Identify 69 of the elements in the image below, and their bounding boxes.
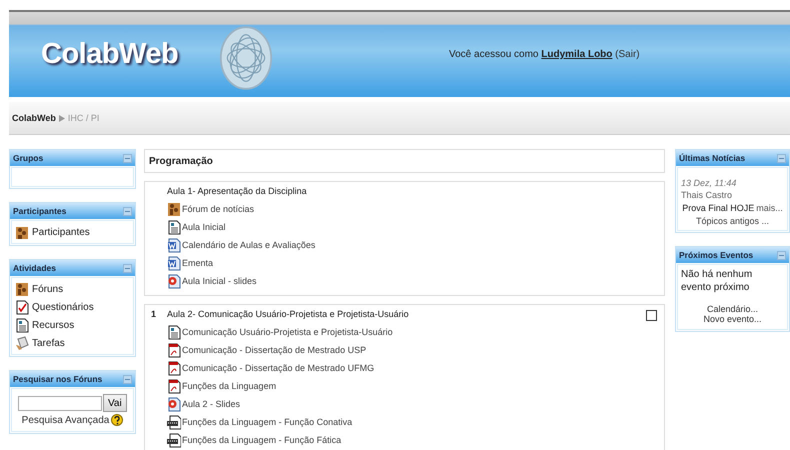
search-field[interactable] — [18, 396, 102, 410]
logout-link[interactable]: (Sair) — [615, 49, 640, 60]
people-icon — [167, 202, 181, 216]
no-events-message: Não há nenhum evento próximo — [681, 268, 754, 294]
slides-document-icon — [167, 396, 181, 412]
activity-link[interactable]: Questionários — [32, 302, 94, 312]
resource-link[interactable]: Comunicação Usuário-Projetista e Projetista-Usuário — [182, 327, 393, 337]
collapse-icon[interactable] — [123, 206, 132, 216]
activity-link[interactable]: Participantes — [32, 226, 90, 238]
people-icon — [15, 224, 29, 240]
user-link[interactable]: Ludymila Lobo — [541, 49, 612, 60]
separator-icon — [58, 114, 65, 122]
film-document-icon — [167, 432, 181, 448]
block-title: Pesquisar nos Fóruns — [13, 374, 102, 384]
resource-link[interactable]: Comunicação - Dissertação de Mestrado UFMG — [182, 363, 374, 373]
wireframe-sphere-icon — [218, 24, 274, 92]
event-link[interactable]: Novo evento... — [703, 314, 762, 324]
resource-link[interactable]: Ementa — [182, 258, 214, 268]
advanced-search-link[interactable]: Pesquisa Avançada — [22, 414, 110, 426]
activity-link[interactable]: Tarefas — [32, 338, 65, 348]
resource-link[interactable]: Funções da Linguagem - Função Fática — [182, 435, 342, 445]
pdf-document-icon — [167, 378, 181, 394]
collapse-icon[interactable] — [777, 250, 786, 260]
resource-link[interactable]: Funções da Linguagem - Função Conativa — [182, 417, 352, 427]
pdf-document-icon — [167, 360, 181, 376]
activity-link[interactable]: Fóruns — [32, 284, 64, 294]
resource-link[interactable]: Calendário de Aulas e Avaliações — [182, 240, 316, 250]
collapse-icon[interactable] — [123, 154, 132, 162]
go-button[interactable]: Vai — [103, 394, 127, 412]
post-author: Thais Castro — [681, 190, 734, 200]
document-icon — [167, 220, 181, 234]
block-title: Grupos — [13, 153, 44, 163]
resource-link[interactable]: Aula 2 - Slides — [182, 399, 240, 409]
login-status: Você acessou como Ludymila Lobo (Sair) — [449, 49, 640, 60]
activity-link[interactable]: Recursos — [32, 320, 74, 330]
hand-paper-icon — [15, 336, 29, 350]
checklist-icon — [15, 300, 29, 314]
slides-document-icon — [167, 274, 181, 288]
block-title: Atividades — [13, 263, 56, 273]
collapse-icon[interactable] — [777, 154, 786, 162]
collapse-icon[interactable] — [123, 264, 132, 272]
topic-number: 1 — [151, 309, 156, 319]
resource-link[interactable]: Comunicação - Dissertação de Mestrado USP — [182, 345, 366, 355]
highlight-toggle[interactable] — [646, 310, 657, 321]
pdf-document-icon — [167, 342, 181, 358]
collapse-icon[interactable] — [123, 374, 132, 384]
resource-link[interactable]: Fórum de notícias — [182, 204, 254, 214]
post-date: 13 Dez, 11:44 — [681, 178, 738, 188]
block-title: Participantes — [13, 206, 66, 216]
resource-link[interactable]: Aula Inicial — [182, 222, 226, 232]
document-icon — [15, 318, 29, 332]
topic-title: Aula 1- Apresentação da Disciplina — [167, 186, 308, 198]
word-document-icon — [167, 256, 181, 270]
event-link[interactable]: Calendário... — [706, 304, 758, 314]
post-link[interactable]: Prova Final HOJE — [682, 203, 754, 213]
block-title: Próximos Eventos — [679, 250, 754, 260]
document-icon — [167, 324, 181, 340]
resource-link[interactable]: Funções da Linguagem — [182, 381, 276, 391]
resource-link[interactable]: Aula Inicial - slides — [182, 276, 257, 286]
block-title: Últimas Notícias — [679, 153, 746, 163]
breadcrumb-link[interactable]: ColabWeb — [12, 113, 56, 123]
more-link[interactable]: mais... — [756, 203, 783, 213]
people-icon — [15, 282, 29, 296]
word-document-icon — [167, 238, 181, 252]
page-title: Programação — [149, 156, 213, 166]
old-topics-link[interactable]: Tópicos antigos ... — [696, 216, 770, 226]
help-icon[interactable] — [111, 414, 124, 426]
topic-title: Aula 2- Comunicação Usuário-Projetista e Projetista-Usuário — [167, 309, 410, 321]
film-document-icon — [167, 414, 181, 430]
